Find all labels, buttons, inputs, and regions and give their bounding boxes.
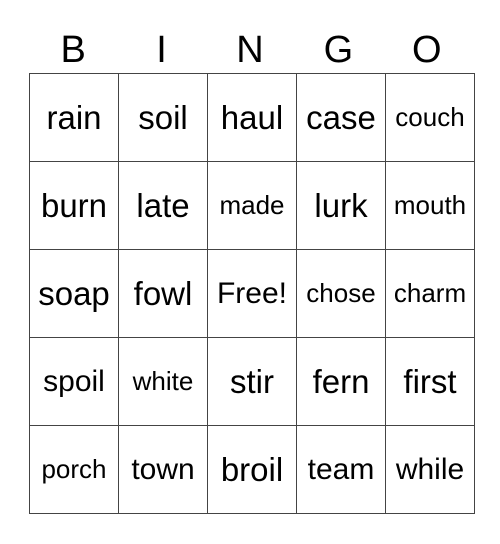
bingo-cell[interactable]: while <box>385 425 475 514</box>
bingo-cell[interactable]: soil <box>118 73 208 162</box>
bingo-cell[interactable]: lurk <box>296 161 386 250</box>
header-letter-o: O <box>411 29 442 71</box>
bingo-cell[interactable]: team <box>296 425 386 514</box>
bingo-cell[interactable]: couch <box>385 73 475 162</box>
grid-row: spoil white stir fern first <box>29 337 475 426</box>
free-space-cell[interactable]: Free! <box>207 249 297 338</box>
grid-row: porch town broil team while <box>29 425 475 514</box>
bingo-cell[interactable]: porch <box>29 425 119 514</box>
bingo-cell[interactable]: fowl <box>118 249 208 338</box>
bingo-header: B I N G O <box>29 28 471 72</box>
grid-row: soap fowl Free! chose charm <box>29 249 475 338</box>
bingo-cell[interactable]: broil <box>207 425 297 514</box>
bingo-cell[interactable]: rain <box>29 73 119 162</box>
bingo-cell[interactable]: fern <box>296 337 386 426</box>
bingo-grid: rain soil haul case couch burn late made… <box>29 73 475 514</box>
bingo-cell[interactable]: made <box>207 161 297 250</box>
grid-row: burn late made lurk mouth <box>29 161 475 250</box>
bingo-cell[interactable]: stir <box>207 337 297 426</box>
bingo-cell[interactable]: spoil <box>29 337 119 426</box>
bingo-cell[interactable]: charm <box>385 249 475 338</box>
header-letter-g: G <box>323 29 354 71</box>
header-letter-i: I <box>156 29 167 71</box>
bingo-cell[interactable]: chose <box>296 249 386 338</box>
bingo-cell[interactable]: case <box>296 73 386 162</box>
bingo-cell[interactable]: burn <box>29 161 119 250</box>
header-letter-b: B <box>60 29 86 71</box>
header-letter-n: N <box>236 29 264 71</box>
bingo-cell[interactable]: soap <box>29 249 119 338</box>
bingo-cell[interactable]: late <box>118 161 208 250</box>
bingo-cell[interactable]: white <box>118 337 208 426</box>
grid-row: rain soil haul case couch <box>29 73 475 162</box>
bingo-cell[interactable]: town <box>118 425 208 514</box>
bingo-cell[interactable]: mouth <box>385 161 475 250</box>
bingo-cell[interactable]: haul <box>207 73 297 162</box>
bingo-cell[interactable]: first <box>385 337 475 426</box>
